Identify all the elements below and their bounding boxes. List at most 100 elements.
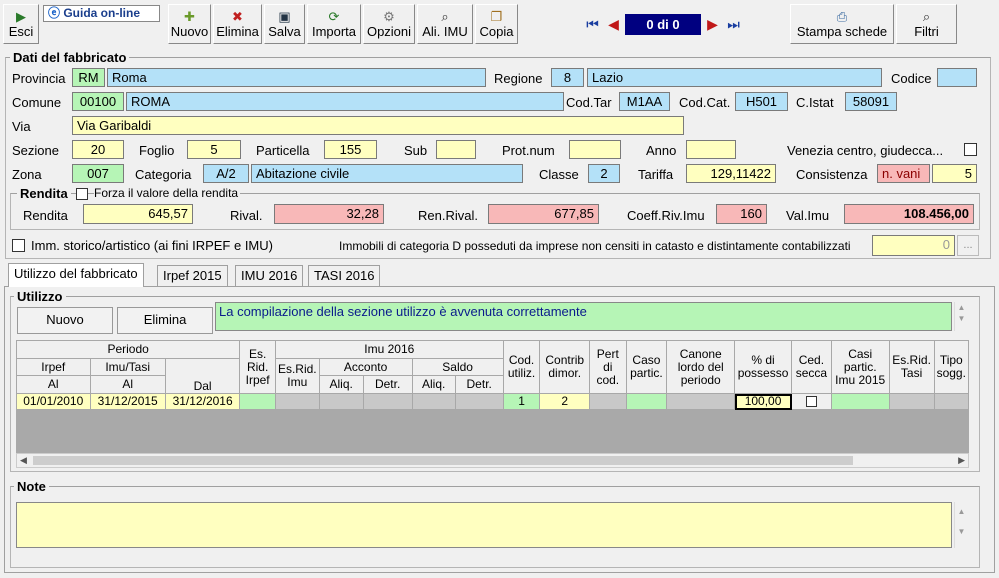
cistat-field[interactable]: 58091 [845, 92, 897, 111]
catd-ellipsis-button[interactable]: ... [957, 235, 979, 256]
tab-irpef-2015[interactable]: Irpef 2015 [157, 265, 228, 286]
nuovo-button[interactable]: ✚ Nuovo [168, 4, 211, 44]
classe-field[interactable]: 2 [588, 164, 620, 183]
grid-h-contrib: Contrib dimor. [539, 340, 591, 394]
codcat-field[interactable]: H501 [735, 92, 788, 111]
utilizzo-nuovo-button[interactable]: Nuovo [17, 307, 113, 334]
cell-esrid-irpef[interactable] [239, 393, 276, 410]
grid-hscrollbar[interactable]: ◀ ▶ [16, 453, 969, 468]
cistat-label: C.Istat [796, 95, 834, 110]
cell-possesso[interactable]: 100,00 [734, 393, 793, 410]
ali-imu-icon: ⌕ [441, 9, 449, 24]
filter-icon: ⌕ [922, 9, 931, 24]
cell-al-imutasi[interactable]: 31/12/2016 [164, 393, 241, 410]
catd-field[interactable]: 0 [872, 235, 955, 256]
nav-last-button[interactable]: ⏭ [723, 14, 744, 35]
protnum-field[interactable] [569, 140, 621, 159]
table-row[interactable]: 01/01/2010 31/12/2015 31/12/2016 1 2 100… [16, 393, 969, 410]
sezione-label: Sezione [12, 143, 59, 158]
salva-button[interactable]: ▣ Salva [264, 4, 305, 44]
cell-tipo[interactable] [933, 393, 969, 410]
regione-name-field[interactable]: Lazio [587, 68, 882, 87]
nav-prev-button[interactable]: ◀ [604, 14, 623, 35]
cell-al-irpef[interactable]: 31/12/2015 [89, 393, 166, 410]
utilizzo-elimina-button[interactable]: Elimina [117, 307, 213, 334]
provincia-name-field[interactable]: Roma [107, 68, 486, 87]
copy-icon: ❐ [490, 9, 503, 24]
categoria-name-field[interactable]: Abitazione civile [251, 164, 523, 183]
cell-aliq-acconto[interactable] [318, 393, 364, 410]
tariffa-field[interactable]: 129,11422 [686, 164, 776, 183]
nav-next-button[interactable]: ▶ [703, 14, 722, 35]
sezione-field[interactable]: 20 [72, 140, 124, 159]
cell-cedsecca[interactable] [791, 393, 832, 410]
codtar-field[interactable]: M1AA [619, 92, 670, 111]
nav-first-button[interactable]: ⏮ [582, 14, 603, 35]
cell-codutil[interactable]: 1 [502, 393, 541, 410]
consistenza-unit-field[interactable]: n. vani [877, 164, 930, 183]
grid-h-saldo: Saldo [411, 358, 504, 376]
grid-h-detr2: Detr. [454, 375, 504, 394]
esci-button[interactable]: ▶ Esci [3, 4, 39, 44]
cell-caso[interactable] [625, 393, 668, 410]
tab-imu-2016[interactable]: IMU 2016 [235, 265, 304, 286]
particella-field[interactable]: 155 [324, 140, 377, 159]
scroll-thumb[interactable] [33, 456, 853, 465]
forza-rendita-checkbox[interactable] [76, 188, 88, 200]
coeff-label: Coeff.Riv.Imu [627, 208, 705, 223]
opzioni-button[interactable]: ⚙ Opzioni [363, 4, 415, 44]
zona-field[interactable]: 007 [72, 164, 124, 183]
tab-utilizzo[interactable]: Utilizzo del fabbricato [8, 263, 144, 287]
zona-label: Zona [12, 167, 42, 182]
categoria-code-field[interactable]: A/2 [203, 164, 249, 183]
cell-detr-acconto[interactable] [362, 393, 413, 410]
provincia-label: Provincia [12, 71, 66, 86]
cell-dal[interactable]: 01/01/2010 [16, 393, 91, 410]
tab-tasi-2016[interactable]: TASI 2016 [308, 265, 381, 286]
scroll-left-icon[interactable]: ◀ [20, 454, 27, 467]
rendita-field[interactable]: 645,57 [83, 204, 193, 224]
note-textarea[interactable] [16, 502, 952, 548]
cell-esrid-imu[interactable] [274, 393, 320, 410]
provincia-code-field[interactable]: RM [72, 68, 105, 87]
comune-name-field[interactable]: ROMA [126, 92, 564, 111]
cell-canone[interactable] [666, 393, 736, 410]
cell-pert[interactable] [589, 393, 627, 410]
delete-icon: ✖ [232, 9, 243, 24]
cedsecca-checkbox[interactable] [805, 396, 817, 408]
note-scrollbar[interactable]: ▲ ▼ [954, 502, 968, 548]
venezia-checkbox[interactable] [964, 143, 977, 156]
rendita-label: Rendita [23, 208, 68, 223]
categoria-label: Categoria [135, 167, 192, 182]
grid-h-tipo: Tipo sogg. [933, 340, 969, 394]
grid-h-periodo: Periodo [16, 340, 241, 359]
cell-detr-saldo[interactable] [454, 393, 504, 410]
grid-h-casi: Casi partic. Imu 2015 [830, 340, 890, 394]
anno-field[interactable] [686, 140, 736, 159]
ali-imu-button[interactable]: ⌕ Ali. IMU [417, 4, 473, 44]
consistenza-field[interactable]: 5 [932, 164, 977, 183]
foglio-field[interactable]: 5 [187, 140, 241, 159]
codcat-label: Cod.Cat. [679, 95, 731, 110]
guida-online-button[interactable]: ⓔ Guida on-line [43, 5, 160, 22]
cell-aliq-saldo[interactable] [411, 393, 456, 410]
rival-label: Rival. [230, 208, 263, 223]
scroll-right-icon[interactable]: ▶ [958, 454, 965, 467]
sub-field[interactable] [436, 140, 476, 159]
comune-code-field[interactable]: 00100 [72, 92, 124, 111]
filtri-button[interactable]: ⌕ Filtri [896, 4, 957, 44]
cell-contrib[interactable]: 2 [539, 393, 591, 410]
codice-field[interactable] [937, 68, 977, 87]
grid-h-al2: Al [89, 375, 166, 394]
regione-code-field[interactable]: 8 [551, 68, 584, 87]
stampa-schede-button[interactable]: ⎙ Stampa schede [790, 4, 894, 44]
message-scrollbar[interactable]: ▲ ▼ [954, 302, 968, 331]
elimina-button[interactable]: ✖ Elimina [213, 4, 262, 44]
via-field[interactable]: Via Garibaldi [72, 116, 684, 135]
copia-button[interactable]: ❐ Copia [475, 4, 518, 44]
particella-label: Particella [256, 143, 310, 158]
cell-esridtasi[interactable] [888, 393, 935, 410]
importa-button[interactable]: ⟳ Importa [307, 4, 361, 44]
cell-casi[interactable] [830, 393, 890, 410]
storico-checkbox[interactable] [12, 239, 25, 252]
